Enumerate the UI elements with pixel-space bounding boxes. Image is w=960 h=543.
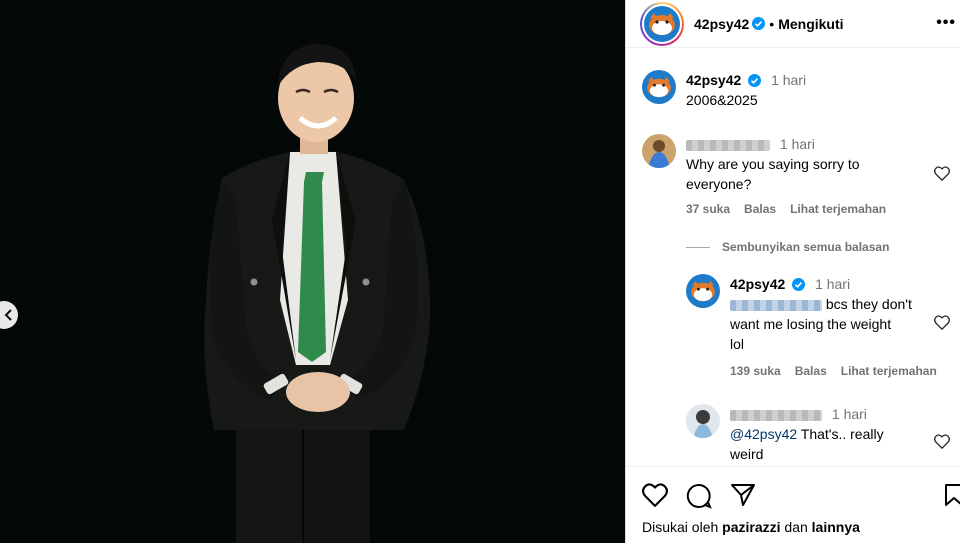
post-side-panel: 42psy42 • Mengikuti ••• 42psy42 1 hari 2… bbox=[625, 0, 960, 543]
photo-illustration bbox=[0, 0, 625, 543]
hidden-mention[interactable] bbox=[730, 299, 822, 311]
chevron-left-icon bbox=[4, 309, 12, 321]
comment-time[interactable]: 1 hari bbox=[780, 136, 815, 152]
reply-button[interactable]: Balas bbox=[744, 202, 776, 216]
liked-by-text: Disukai oleh pazirazzi dan lainnya bbox=[642, 519, 860, 535]
avatar bbox=[644, 5, 680, 42]
reply-button[interactable]: Balas bbox=[795, 364, 827, 378]
caption-text: 2006&2025 bbox=[686, 92, 758, 108]
bookmark-icon[interactable] bbox=[944, 483, 960, 507]
reply-item: 42psy42 1 hari bcs they don't want me lo… bbox=[686, 274, 945, 378]
liked-by-middle: dan bbox=[780, 519, 812, 535]
heart-icon[interactable] bbox=[934, 166, 950, 181]
liked-by-user[interactable]: pazirazzi bbox=[722, 519, 780, 535]
hide-replies-toggle[interactable]: Sembunyikan semua balasan bbox=[686, 240, 889, 254]
hidden-username[interactable] bbox=[730, 409, 822, 421]
heart-icon[interactable] bbox=[934, 434, 950, 449]
reply-avatar[interactable] bbox=[686, 274, 720, 308]
comment-text-line2: everyone? bbox=[686, 176, 752, 192]
reply-likes[interactable]: 139 suka bbox=[730, 364, 781, 378]
share-icon[interactable] bbox=[730, 483, 756, 507]
reply-username[interactable]: 42psy42 bbox=[730, 276, 785, 292]
comments-list[interactable]: 42psy42 1 hari 2006&2025 1 hari Why are … bbox=[626, 58, 960, 466]
hamster-avatar-icon bbox=[649, 12, 675, 35]
header-username[interactable]: 42psy42 bbox=[694, 16, 749, 32]
reply-text-line1: bcs they don't bbox=[825, 296, 912, 312]
user-photo-icon bbox=[642, 134, 676, 168]
divider-line bbox=[686, 246, 710, 248]
hidden-username[interactable] bbox=[686, 139, 770, 151]
translate-button[interactable]: Lihat terjemahan bbox=[841, 364, 937, 378]
reply2-text-line2: weird bbox=[730, 446, 764, 462]
reply-time[interactable]: 1 hari bbox=[815, 276, 850, 292]
mention-link[interactable]: @42psy42 bbox=[730, 426, 797, 442]
post-photo bbox=[0, 0, 625, 543]
header-separator: • bbox=[769, 15, 775, 32]
action-bar: Disukai oleh pazirazzi dan lainnya bbox=[626, 466, 960, 543]
like-heart-icon[interactable] bbox=[642, 483, 668, 507]
caption-time[interactable]: 1 hari bbox=[771, 72, 806, 88]
caption-avatar[interactable] bbox=[642, 70, 676, 104]
comment-item: 1 hari Why are you saying sorry to every… bbox=[642, 134, 936, 216]
verified-badge-icon bbox=[748, 74, 762, 87]
translate-button[interactable]: Lihat terjemahan bbox=[790, 202, 886, 216]
hamster-avatar-icon bbox=[691, 280, 715, 302]
reply-text-line2: want me losing the weight bbox=[730, 316, 892, 332]
reply-text-line3: lol bbox=[730, 336, 745, 352]
more-options-button[interactable]: ••• bbox=[936, 14, 956, 32]
liked-by-prefix: Disukai oleh bbox=[642, 519, 723, 535]
caption-username[interactable]: 42psy42 bbox=[686, 72, 741, 88]
comment-icon[interactable] bbox=[686, 483, 712, 509]
commenter-avatar[interactable] bbox=[642, 134, 676, 168]
story-ring[interactable] bbox=[640, 1, 684, 46]
reply2-time[interactable]: 1 hari bbox=[832, 406, 867, 422]
user-photo-icon bbox=[686, 404, 720, 438]
heart-icon[interactable] bbox=[934, 315, 950, 330]
caption: 42psy42 1 hari 2006&2025 bbox=[642, 70, 806, 110]
reply2-text-line1: That's.. really bbox=[797, 426, 884, 442]
verified-badge-icon bbox=[792, 278, 806, 291]
commenter-avatar[interactable] bbox=[686, 404, 720, 438]
comment-text-line1: Why are you saying sorry to bbox=[686, 156, 860, 172]
hide-replies-label[interactable]: Sembunyikan semua balasan bbox=[722, 240, 889, 254]
hamster-avatar-icon bbox=[647, 76, 671, 98]
post-header: 42psy42 • Mengikuti ••• bbox=[626, 0, 960, 48]
following-button[interactable]: Mengikuti bbox=[778, 16, 843, 32]
verified-badge-icon bbox=[752, 17, 766, 30]
reply-item: 1 hari @42psy42 That's.. really weird bbox=[686, 404, 945, 464]
comment-likes[interactable]: 37 suka bbox=[686, 202, 730, 216]
liked-by-others[interactable]: lainnya bbox=[812, 519, 860, 535]
